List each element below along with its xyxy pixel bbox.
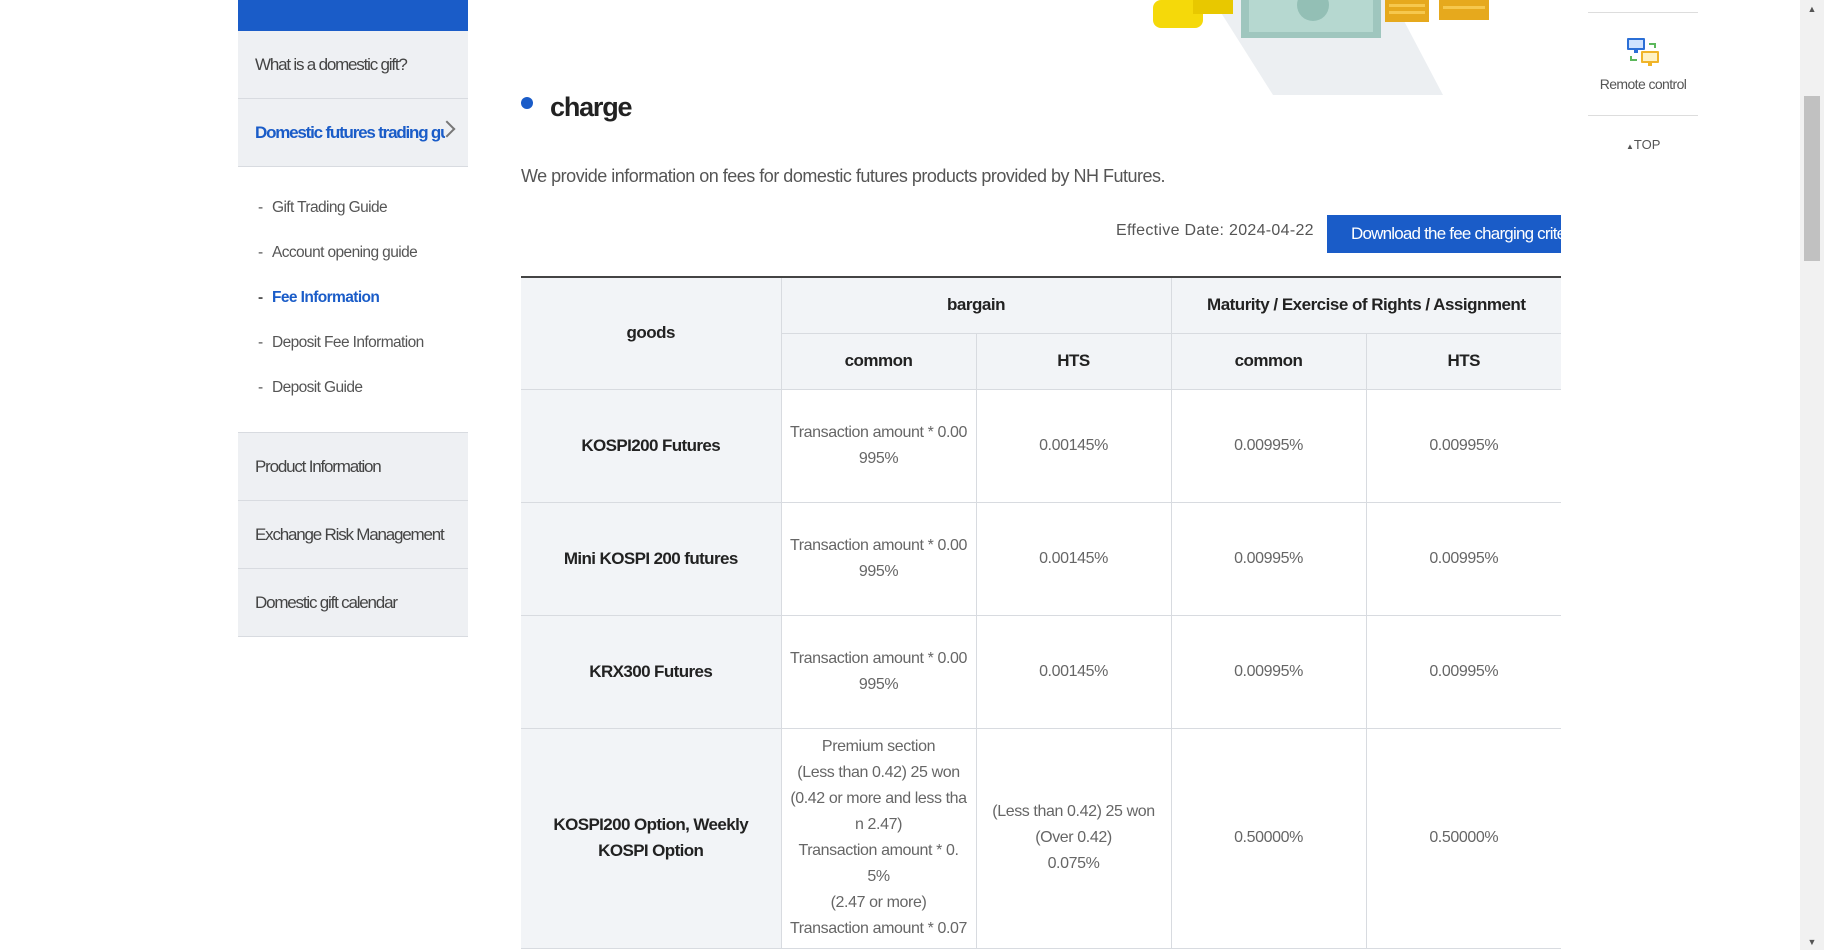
maturity-hts-cell: 0.00995%: [1365, 614, 1562, 729]
scroll-up-arrow-icon[interactable]: ▲: [1800, 0, 1824, 17]
money-illustration: [1153, 0, 1489, 95]
top-label: TOP: [1633, 137, 1661, 152]
triangle-up-icon: ▲: [1626, 142, 1634, 151]
scroll-down-arrow-icon[interactable]: ▼: [1800, 933, 1824, 950]
remote-control-label: Remote control: [1599, 76, 1687, 92]
sidebar-item-label: Product Information: [255, 456, 382, 476]
download-button-label: Download the fee charging criteria: [1351, 224, 1561, 243]
sidebar-item-exchange-risk[interactable]: Exchange Risk Management: [238, 501, 468, 569]
header-hts: HTS: [975, 332, 1172, 390]
bargain-common-cell: Transaction amount * 0.00 995%: [780, 388, 977, 503]
download-fee-criteria-button[interactable]: Download the fee charging criteria: [1327, 215, 1561, 253]
sidebar-item-label: Domestic futures trading gui: [255, 122, 445, 142]
sidebar-item-label: Exchange Risk Management: [255, 524, 445, 544]
table-row: KOSPI200 Futures Transaction amount * 0.…: [521, 388, 1562, 503]
dash-icon: -: [258, 334, 263, 351]
submenu-item-label: Fee Information: [272, 289, 380, 306]
fee-table: goods bargain Maturity / Exercise of Rig…: [521, 276, 1562, 949]
sidebar-item-what-is-domestic-gift[interactable]: What is a domestic gift?: [238, 31, 468, 99]
submenu-item-label: Gift Trading Guide: [272, 199, 388, 216]
goods-cell: Mini KOSPI 200 futures: [521, 501, 782, 616]
dash-icon: -: [258, 199, 263, 216]
header-hts: HTS: [1365, 332, 1562, 390]
table-row: Mini KOSPI 200 futures Transaction amoun…: [521, 501, 1562, 616]
bargain-common-cell: Transaction amount * 0.00 995%: [780, 614, 977, 729]
dash-icon: -: [258, 244, 263, 261]
maturity-hts-cell: 0.00995%: [1365, 501, 1562, 616]
dash-icon: -: [258, 379, 263, 396]
maturity-common-cell: 0.50000%: [1170, 727, 1367, 949]
dash-icon: -: [258, 289, 263, 306]
bargain-hts-cell: 0.00145%: [975, 501, 1172, 616]
bargain-hts-cell: (Less than 0.42) 25 won (Over 0.42) 0.07…: [975, 727, 1172, 949]
side-navigation: What is a domestic gift? Domestic future…: [238, 0, 468, 637]
bullet-dot-icon: [521, 96, 533, 109]
submenu-item-account-opening[interactable]: - Account opening guide: [258, 230, 468, 275]
hero-illustration: [1153, 0, 1513, 95]
sidebar-item-label: Domestic gift calendar: [255, 592, 398, 612]
maturity-hts-cell: 0.50000%: [1365, 727, 1562, 949]
goods-cell: KOSPI200 Futures: [521, 388, 782, 503]
sidebar-header-bar: [238, 0, 468, 31]
submenu-item-deposit-fee[interactable]: - Deposit Fee Information: [258, 320, 468, 365]
sidebar-submenu: - Gift Trading Guide - Account opening g…: [238, 167, 468, 433]
submenu-item-label: Deposit Guide: [272, 379, 363, 396]
goods-cell: KOSPI200 Option, Weekly KOSPI Option: [521, 727, 782, 949]
bargain-hts-cell: 0.00145%: [975, 388, 1172, 503]
quick-menu: Remote control: [1588, 12, 1698, 116]
submenu-item-fee-information[interactable]: - Fee Information: [258, 275, 468, 320]
maturity-common-cell: 0.00995%: [1170, 501, 1367, 616]
vertical-scrollbar[interactable]: ▲ ▼: [1800, 0, 1824, 950]
sidebar-item-product-information[interactable]: Product Information: [238, 433, 468, 501]
maturity-common-cell: 0.00995%: [1170, 614, 1367, 729]
header-common: common: [1170, 332, 1367, 390]
remote-control-button[interactable]: Remote control: [1588, 13, 1698, 116]
submenu-item-label: Account opening guide: [272, 244, 418, 261]
bargain-hts-cell: 0.00145%: [975, 614, 1172, 729]
page-title: charge: [550, 92, 633, 122]
bargain-common-cell: Transaction amount * 0.00 995%: [780, 501, 977, 616]
goods-cell: KRX300 Futures: [521, 614, 782, 729]
sidebar-item-label: What is a domestic gift?: [255, 54, 408, 74]
header-bargain: bargain: [780, 276, 1172, 334]
submenu-item-label: Deposit Fee Information: [272, 334, 424, 351]
sidebar-item-trading-guide[interactable]: Domestic futures trading gui: [238, 99, 468, 167]
back-to-top-link[interactable]: ▲TOP: [1626, 137, 1660, 152]
header-maturity: Maturity / Exercise of Rights / Assignme…: [1170, 276, 1562, 334]
submenu-item-deposit-guide[interactable]: - Deposit Guide: [258, 365, 468, 410]
bargain-common-cell: Premium section (Less than 0.42) 25 won …: [780, 727, 977, 949]
submenu-item-gift-trading-guide[interactable]: - Gift Trading Guide: [258, 185, 468, 230]
maturity-hts-cell: 0.00995%: [1365, 388, 1562, 503]
effective-date: Effective Date: 2024-04-22: [1116, 222, 1314, 239]
remote-control-icon: [1627, 38, 1659, 66]
header-goods: goods: [521, 276, 782, 390]
section-title: charge: [521, 92, 633, 123]
sidebar-item-gift-calendar[interactable]: Domestic gift calendar: [238, 569, 468, 637]
section-description: We provide information on fees for domes…: [521, 166, 1166, 186]
scrollbar-thumb[interactable]: [1804, 96, 1820, 261]
table-row: KRX300 Futures Transaction amount * 0.00…: [521, 614, 1562, 729]
table-row: KOSPI200 Option, Weekly KOSPI Option Pre…: [521, 727, 1562, 949]
header-common: common: [781, 332, 977, 390]
maturity-common-cell: 0.00995%: [1170, 388, 1367, 503]
